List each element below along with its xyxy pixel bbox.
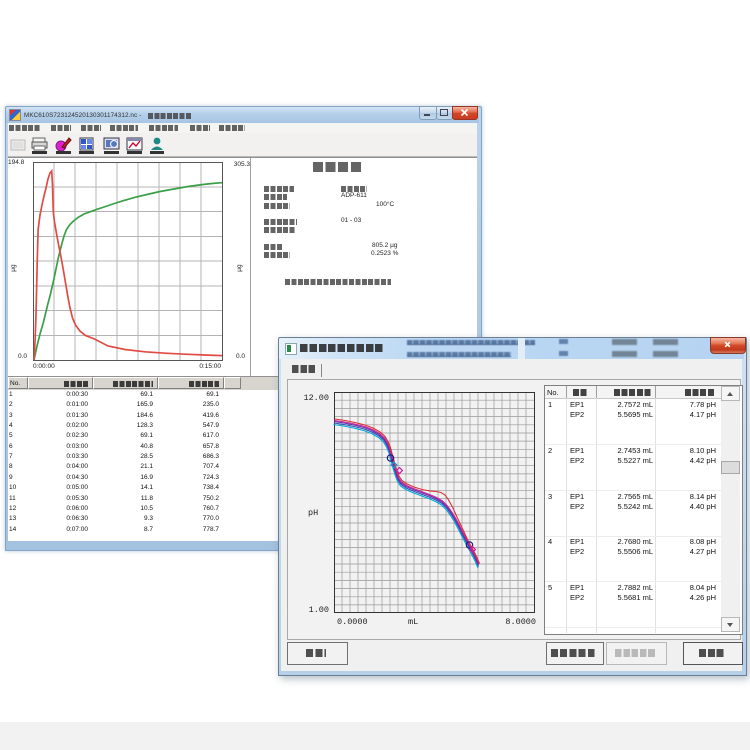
- svg-text:194.8: 194.8: [8, 159, 25, 166]
- svg-text:0.0: 0.0: [18, 353, 27, 360]
- svg-text:1.00: 1.00: [309, 605, 329, 615]
- svg-text:μg: μg: [236, 264, 243, 272]
- svg-text:0.0: 0.0: [236, 353, 245, 360]
- svg-text:pH: pH: [308, 508, 318, 518]
- svg-text:mL: mL: [408, 617, 418, 627]
- svg-text:0.0000: 0.0000: [337, 617, 368, 627]
- svg-text:0:15:00: 0:15:00: [199, 363, 221, 370]
- svg-text:μg: μg: [10, 264, 17, 272]
- svg-text:12.00: 12.00: [303, 393, 329, 403]
- svg-text:305.3: 305.3: [234, 161, 251, 168]
- svg-text:0:00:00: 0:00:00: [33, 363, 55, 370]
- svg-text:8.0000: 8.0000: [505, 617, 536, 627]
